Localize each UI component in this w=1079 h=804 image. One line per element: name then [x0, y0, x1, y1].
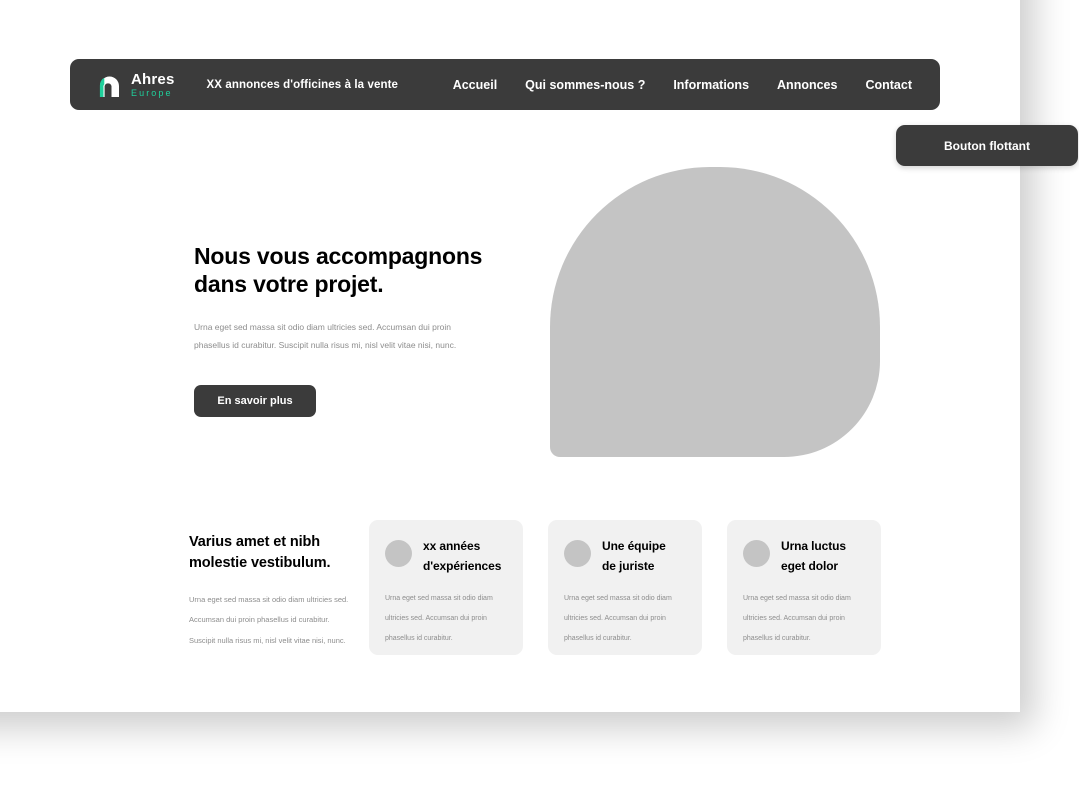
- circle-placeholder-icon: [385, 540, 412, 567]
- floating-button[interactable]: Bouton flottant: [896, 125, 1078, 166]
- features-paragraph-line-1: Urna eget sed massa sit odio diam ultric…: [189, 595, 349, 605]
- nav-item-contact[interactable]: Contact: [865, 78, 912, 92]
- feature-card-body: Urna eget sed massa sit odio diam ultric…: [743, 589, 865, 650]
- feature-card-body-line-1: Urna eget sed massa sit odio diam: [743, 594, 851, 602]
- circle-placeholder-icon: [564, 540, 591, 567]
- features-paragraph: Urna eget sed massa sit odio diam ultric…: [189, 590, 369, 651]
- ahres-arch-logo-icon: [97, 72, 122, 98]
- feature-card-title: Urna luctus eget dolor: [781, 537, 846, 577]
- feature-card[interactable]: Une équipe de juriste Urna eget sed mass…: [548, 520, 702, 655]
- hero-title: Nous vous accompagnons dans votre projet…: [194, 243, 494, 298]
- header-tagline: XX annonces d'officines à la vente: [206, 78, 399, 91]
- page-sheet: Ahres Europe XX annonces d'officines à l…: [0, 0, 1078, 712]
- feature-card-body-line-2: ultricies sed. Accumsan dui proin: [743, 614, 845, 622]
- feature-card-body-line-3: phasellus id curabitur.: [564, 635, 632, 643]
- feature-card-body: Urna eget sed massa sit odio diam ultric…: [564, 589, 686, 650]
- hero-title-line-2: dans votre projet.: [194, 270, 384, 297]
- feature-card[interactable]: xx années d'expériences Urna eget sed ma…: [369, 520, 523, 655]
- feature-card[interactable]: Urna luctus eget dolor Urna eget sed mas…: [727, 520, 881, 655]
- learn-more-button[interactable]: En savoir plus: [194, 384, 316, 417]
- hero-arch-image-placeholder: [550, 167, 880, 457]
- feature-card-body-line-2: ultricies sed. Accumsan dui proin: [385, 614, 487, 622]
- feature-card-body-line-1: Urna eget sed massa sit odio diam: [564, 594, 672, 602]
- feature-card-title: xx années d'expériences: [423, 537, 501, 577]
- features-intro: Varius amet et nibh molestie vestibulum.…: [189, 532, 369, 651]
- feature-card-title-line-2: d'expériences: [423, 558, 502, 573]
- features-title-line-2: molestie vestibulum.: [189, 555, 331, 572]
- site-header: Ahres Europe XX annonces d'officines à l…: [70, 59, 940, 110]
- feature-card-body-line-1: Urna eget sed massa sit odio diam: [385, 594, 493, 602]
- features-title-line-1: Varius amet et nibh: [189, 534, 321, 550]
- feature-card-title-line-1: xx années: [423, 539, 481, 553]
- features-paragraph-line-3: Suscipit nulla risus mi, nisl velit vita…: [189, 635, 346, 645]
- main-navigation: Accueil Qui sommes-nous ? Informations A…: [453, 78, 912, 92]
- feature-card-body-line-3: phasellus id curabitur.: [385, 635, 453, 643]
- nav-item-informations[interactable]: Informations: [673, 78, 749, 92]
- brand-subtitle: Europe: [131, 87, 173, 98]
- features-paragraph-line-2: Accumsan dui proin phasellus id curabitu…: [189, 615, 330, 625]
- nav-item-annonces[interactable]: Annonces: [777, 78, 837, 92]
- brand-logo[interactable]: Ahres Europe: [97, 72, 175, 98]
- brand-name: Ahres: [131, 70, 175, 88]
- nav-item-accueil[interactable]: Accueil: [453, 78, 497, 92]
- feature-cards: xx années d'expériences Urna eget sed ma…: [369, 520, 881, 655]
- feature-card-title-line-1: Urna luctus: [781, 539, 846, 553]
- feature-card-title-line-1: Une équipe: [602, 539, 666, 553]
- hero-copy: Nous vous accompagnons dans votre projet…: [194, 243, 494, 417]
- hero-paragraph: Urna eget sed massa sit odio diam ultric…: [194, 322, 457, 351]
- feature-card-title-line-2: de juriste: [602, 558, 655, 573]
- feature-card-title: Une équipe de juriste: [602, 537, 666, 577]
- feature-card-title-line-2: eget dolor: [781, 558, 839, 573]
- features-title: Varius amet et nibh molestie vestibulum.: [189, 532, 369, 574]
- nav-item-qui-sommes-nous[interactable]: Qui sommes-nous ?: [525, 78, 645, 92]
- feature-card-body-line-3: phasellus id curabitur.: [743, 635, 811, 643]
- feature-card-body-line-2: ultricies sed. Accumsan dui proin: [564, 614, 666, 622]
- hero-title-line-1: Nous vous accompagnons: [194, 243, 483, 269]
- circle-placeholder-icon: [743, 540, 770, 567]
- feature-card-body: Urna eget sed massa sit odio diam ultric…: [385, 589, 507, 650]
